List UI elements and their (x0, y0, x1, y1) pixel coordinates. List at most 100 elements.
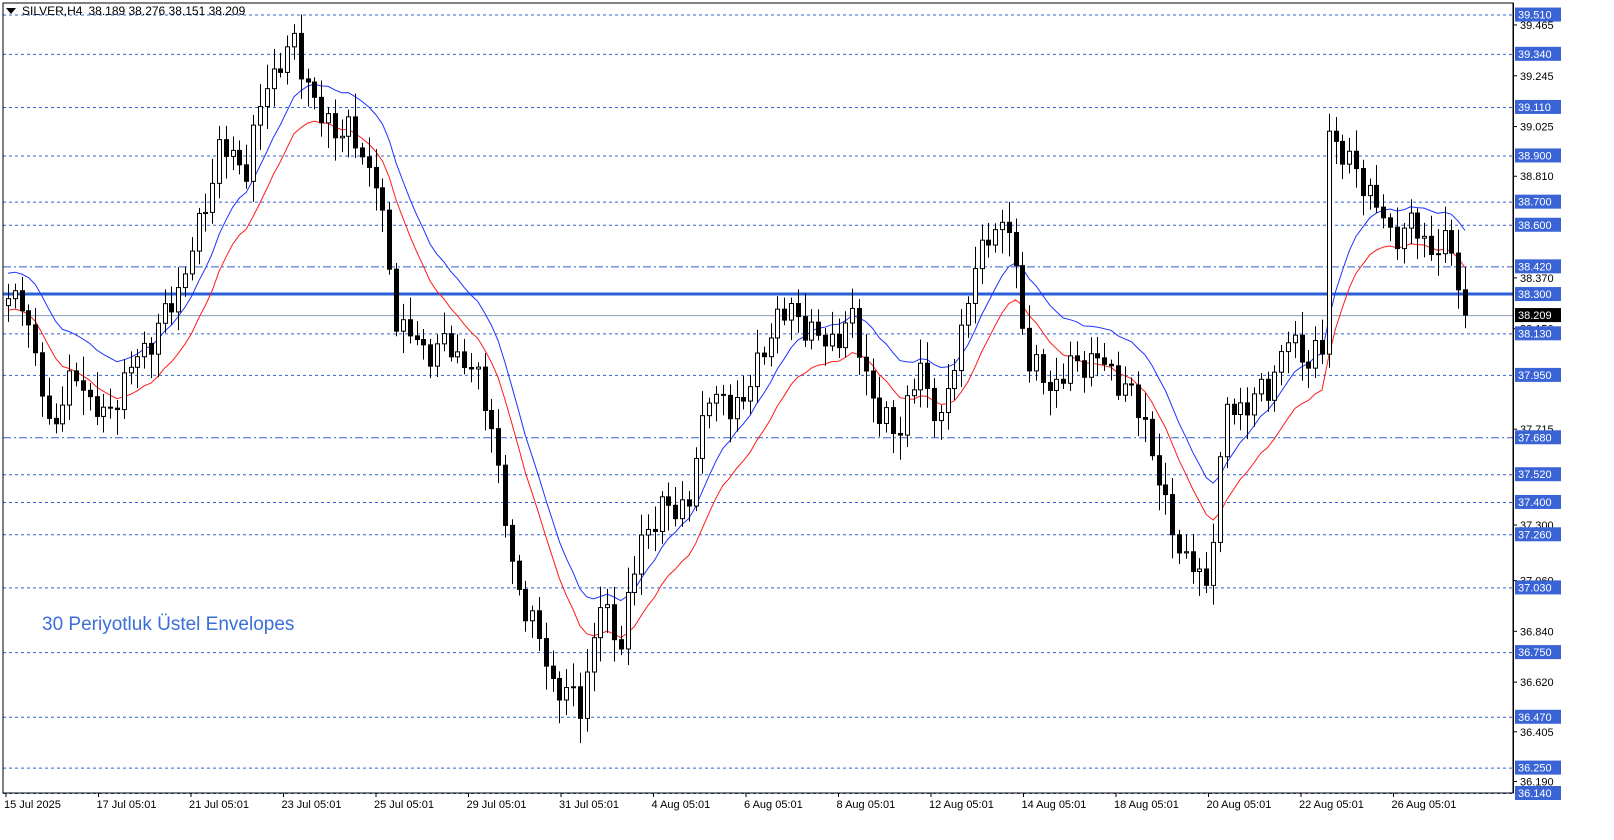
candle-bull (435, 343, 440, 367)
candle-bear (1170, 494, 1175, 536)
candle-bear (462, 351, 467, 369)
candle-bear (925, 362, 930, 389)
candle-bull (210, 182, 215, 213)
indicator-annotation: 30 Periyotluk Üstel Envelopes (42, 614, 295, 635)
candle-bear (88, 389, 93, 398)
candle-bear (1300, 334, 1305, 363)
candle-bear (898, 433, 903, 436)
level-price-tag-label: 39.340 (1518, 49, 1552, 61)
time-tick-label: 14 Aug 05:01 (1022, 799, 1087, 811)
chart-header: SILVER,H4 38.189 38.276 38.151 38.209 (6, 4, 245, 18)
candle-bull (700, 415, 705, 459)
candle-bull (1211, 541, 1216, 586)
candle-bear (1102, 357, 1107, 365)
candle-bear (653, 528, 658, 532)
candle-bull (6, 298, 11, 307)
candle-bull (67, 370, 72, 406)
menu-triangle-icon[interactable] (6, 8, 16, 14)
current-price-tag-label: 38.209 (1518, 310, 1552, 322)
candle-bear (1177, 534, 1182, 554)
candle-bull (1422, 235, 1427, 239)
level-price-tag-label: 37.950 (1518, 370, 1552, 382)
candle-bear (415, 335, 420, 340)
candle-bear (387, 209, 392, 270)
candle-bull (101, 406, 106, 417)
price-chart[interactable]: 39.46539.24539.02538.81038.37038.15037.7… (0, 0, 1614, 840)
candle-bull (1279, 351, 1284, 373)
candle-bear (489, 409, 494, 430)
price-tick-label: 36.840 (1520, 626, 1554, 638)
candle-bear (673, 504, 678, 520)
candle-bear (40, 352, 45, 397)
price-tick-label: 39.465 (1520, 20, 1554, 32)
candle-bear (544, 638, 549, 667)
candle-bull (251, 124, 256, 182)
level-price-tag-label: 38.300 (1518, 289, 1552, 301)
candle-bull (755, 352, 760, 388)
candle-bull (217, 139, 222, 184)
level-price-tag-label: 39.110 (1518, 102, 1551, 114)
candle-bear (864, 356, 869, 372)
candle-bear (374, 166, 379, 189)
level-price-tag-label: 38.420 (1518, 261, 1552, 273)
candle-bull (918, 362, 923, 391)
candle-bear (741, 397, 746, 402)
candle-bear (877, 397, 882, 424)
time-tick-label: 17 Jul 05:01 (97, 799, 157, 811)
candle-bear (1157, 455, 1162, 486)
candle-bull (183, 273, 188, 289)
candle-bear (578, 686, 583, 719)
candle-bear (932, 387, 937, 422)
candle-bear (33, 324, 38, 354)
time-tick-label: 23 Jul 05:01 (282, 799, 342, 811)
candle-bear (1061, 378, 1066, 384)
candle-bull (1225, 403, 1230, 458)
candle-bull (1197, 568, 1202, 572)
candle-bear (1136, 384, 1141, 419)
candle-bull (830, 333, 835, 347)
candle-bull (1218, 456, 1223, 543)
candle-bear (823, 334, 828, 347)
time-tick-label: 4 Aug 05:01 (652, 799, 711, 811)
candle-bull (884, 407, 889, 424)
time-tick-label: 26 Aug 05:01 (1392, 799, 1457, 811)
time-tick-label: 21 Jul 05:01 (189, 799, 249, 811)
candle-bear (1306, 361, 1311, 369)
candle-bear (1191, 551, 1196, 572)
candle-bear (1354, 150, 1359, 170)
candle-bear (469, 367, 474, 370)
candle-bull (646, 528, 651, 536)
candle-bull (639, 534, 644, 575)
candle-bear (428, 344, 433, 367)
candle-bear (1463, 289, 1468, 316)
candle-bear (1075, 355, 1080, 362)
level-price-tag-label: 39.510 (1518, 10, 1552, 22)
candle-bear (244, 164, 249, 182)
candle-bear (803, 316, 808, 341)
candle-bull (1402, 227, 1407, 250)
candle-bear (857, 307, 862, 358)
candle-bull (850, 307, 855, 324)
candle-bull (585, 671, 590, 719)
candle-bear (108, 406, 113, 409)
candle-bear (1095, 353, 1100, 359)
candle-bull (1443, 230, 1448, 255)
level-price-tag-label: 38.130 (1518, 328, 1552, 340)
candle-bull (60, 404, 65, 425)
candle-bear (666, 496, 671, 506)
candle-bull (912, 389, 917, 397)
price-tick-label: 39.025 (1520, 122, 1554, 134)
level-price-tag-label: 36.750 (1518, 647, 1552, 659)
candle-bear (1449, 230, 1454, 254)
candle-bear (1429, 235, 1434, 255)
price-tick-label: 36.405 (1520, 727, 1554, 739)
candle-bear (537, 610, 542, 640)
candle-bear (353, 116, 358, 149)
candle-bear (333, 113, 338, 139)
candle-bull (1327, 130, 1332, 355)
candle-bear (299, 32, 304, 80)
candle-bear (1204, 568, 1209, 586)
price-tick-label: 38.370 (1520, 273, 1554, 285)
candle-bear (312, 81, 317, 98)
time-tick-label: 29 Jul 05:01 (467, 799, 527, 811)
